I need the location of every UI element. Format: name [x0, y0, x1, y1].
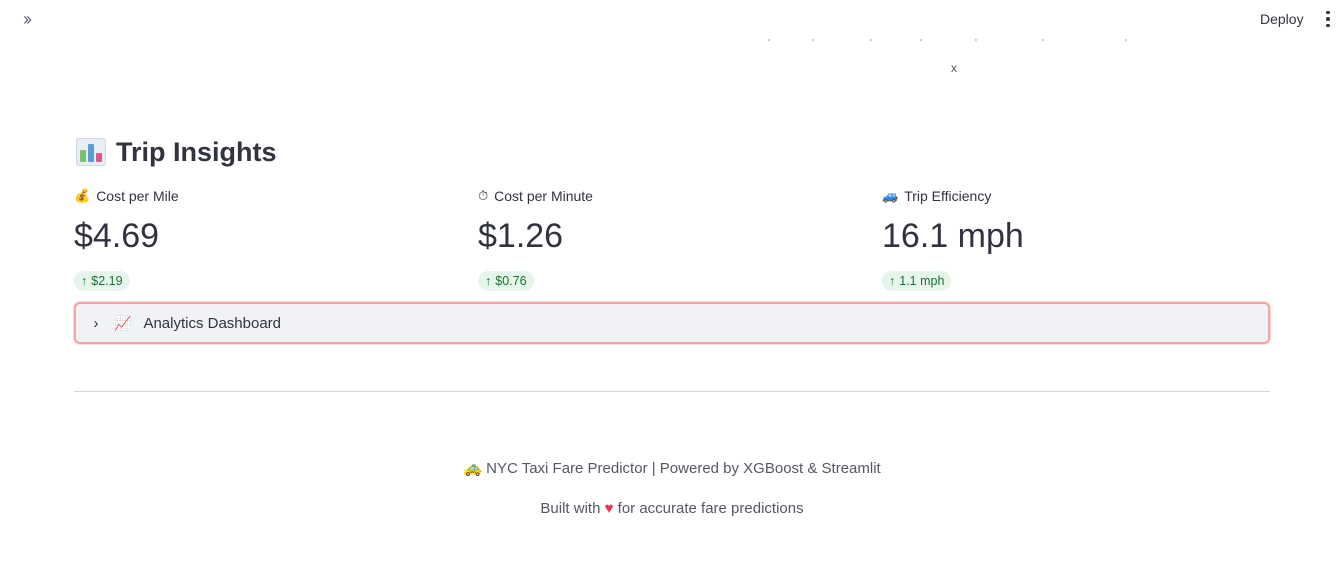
- arrow-up-icon: ↑: [485, 274, 492, 288]
- footer-credit: 🚕 NYC Taxi Fare Predictor | Powered by X…: [0, 459, 1344, 477]
- metric-cost-per-mile: 💰 Cost per Mile $4.69 ↑ $2.19: [74, 186, 454, 291]
- metric-trip-efficiency: 🚙 Trip Efficiency 16.1 mph ↑ 1.1 mph: [882, 186, 1262, 291]
- double-chevron-right-icon[interactable]: ››: [14, 8, 38, 30]
- taxi-icon: 🚕: [463, 460, 482, 477]
- metric-delta: $0.76: [495, 274, 527, 288]
- section-title: Trip Insights: [76, 134, 277, 170]
- footer-credit-text: NYC Taxi Fare Predictor | Powered by XGB…: [486, 460, 881, 477]
- chevron-right-icon: ›: [93, 314, 99, 332]
- metric-value: $4.69: [74, 217, 160, 255]
- footer-built-suffix: for accurate fare predictions: [617, 500, 804, 517]
- expander-label: Analytics Dashboard: [143, 314, 282, 332]
- money-bag-icon: 💰: [74, 188, 91, 203]
- deploy-button[interactable]: Deploy: [1252, 8, 1312, 30]
- metric-delta-badge: ↑ $2.19: [74, 271, 130, 291]
- metric-delta-badge: ↑ 1.1 mph: [882, 271, 952, 291]
- stopwatch-icon: ⏱: [478, 188, 489, 203]
- metric-delta: 1.1 mph: [899, 274, 945, 288]
- chart-tick-labels-remnant: ' ' ' ' ' ' ': [768, 38, 1127, 49]
- metric-delta: $2.19: [91, 274, 123, 288]
- metric-cost-per-minute: ⏱ Cost per Minute $1.26 ↑ $0.76: [478, 186, 858, 291]
- app-header: ›› Deploy: [0, 0, 1344, 40]
- metric-label: Cost per Mile: [96, 188, 179, 204]
- divider: [74, 391, 1270, 392]
- metric-delta-badge: ↑ $0.76: [478, 271, 534, 291]
- section-title-text: Trip Insights: [116, 136, 277, 167]
- heart-icon: ♥: [604, 500, 614, 517]
- analytics-dashboard-expander[interactable]: › 📈 Analytics Dashboard: [74, 302, 1270, 344]
- metric-value: $1.26: [478, 217, 564, 255]
- arrow-up-icon: ↑: [889, 274, 896, 288]
- metric-label: Trip Efficiency: [904, 188, 992, 204]
- chart-x-axis-label: x: [951, 61, 957, 75]
- footer-built-with: Built with ♥ for accurate fare predictio…: [0, 500, 1344, 517]
- bar-chart-icon: [76, 138, 106, 166]
- metric-label: Cost per Minute: [494, 188, 593, 204]
- arrow-up-icon: ↑: [81, 274, 88, 288]
- vertical-ellipsis-icon[interactable]: [1318, 8, 1338, 30]
- car-icon: 🚙: [882, 188, 899, 203]
- metric-value: 16.1 mph: [882, 217, 1024, 255]
- trending-up-chart-icon: 📈: [114, 314, 132, 331]
- footer-built-prefix: Built with: [540, 500, 601, 517]
